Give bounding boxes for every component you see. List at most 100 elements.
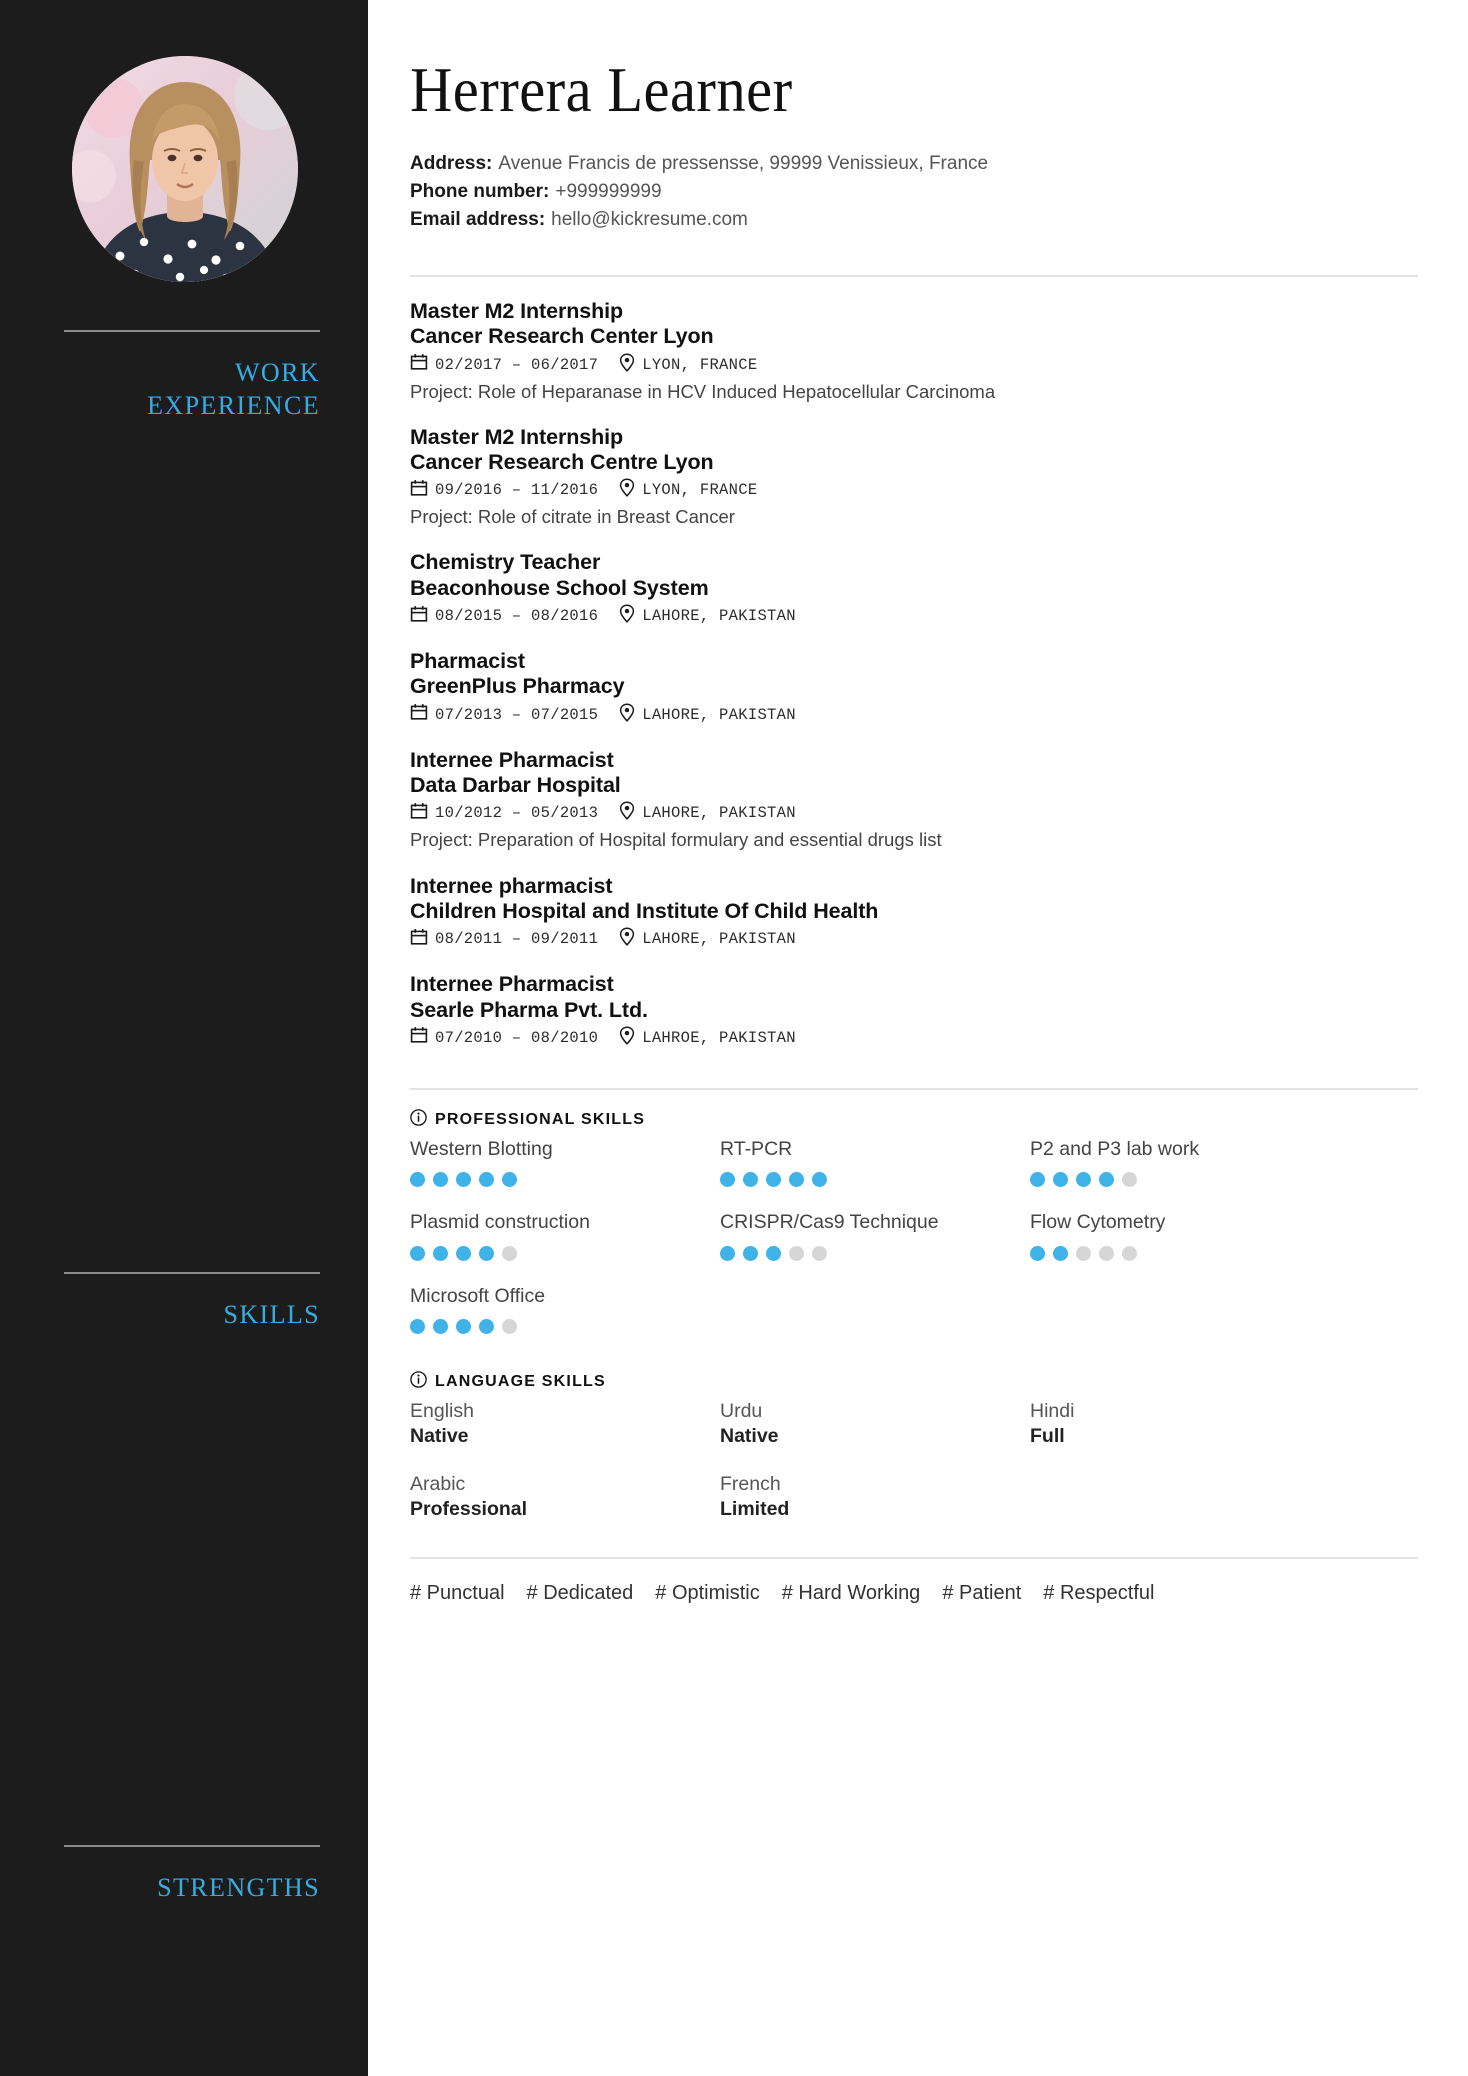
experience-organisation: Beaconhouse School System xyxy=(410,575,709,600)
location-pin-icon xyxy=(619,703,635,727)
strength-tag: # Punctual xyxy=(410,1582,505,1605)
language-item: Hindi Full xyxy=(1030,1399,1340,1450)
skill-item: P2 and P3 lab work xyxy=(1030,1137,1340,1188)
experience-dates: 02/2017 – 06/2017 xyxy=(435,355,599,374)
skill-level-dots xyxy=(410,1319,720,1335)
experience-item: Master M2 Internship Cancer Research Cent… xyxy=(410,425,1418,530)
experience-organisation: Cancer Research Center Lyon xyxy=(410,324,714,349)
language-level: Limited xyxy=(720,1498,790,1521)
skill-dot-filled xyxy=(766,1245,781,1261)
experience-location: LAHORE, PAKISTAN xyxy=(642,930,796,949)
experience-item: Internee Pharmacist Data Darbar Hospital 1… xyxy=(410,748,1418,853)
skill-level-dots xyxy=(1030,1172,1340,1188)
skill-dot-filled xyxy=(1076,1172,1091,1188)
address-value: Avenue Francis de pressensse, 99999 Veni… xyxy=(498,153,989,175)
email-value[interactable]: hello@kickresume.com xyxy=(551,209,748,230)
page-title: Herrera Learner xyxy=(410,55,793,125)
resume-page: WORK EXPERIENCE SKILLS STRENGTHS Herrera… xyxy=(0,0,1468,2076)
skill-dot-filled xyxy=(410,1319,425,1335)
contact-row-phone: Phone number: +999999999 xyxy=(410,178,1418,206)
calendar-icon xyxy=(410,703,428,726)
experience-title: Internee Pharmacist xyxy=(410,747,614,772)
skill-dot-empty xyxy=(1122,1172,1137,1188)
experience-description: Project: Role of Heparanase in HCV Induc… xyxy=(410,380,996,402)
calendar-icon xyxy=(410,479,428,502)
strength-tag: # Hard Working xyxy=(781,1582,921,1605)
experience-item: Chemistry Teacher Beaconhouse School Syst… xyxy=(410,550,1418,628)
language-item: English Native xyxy=(410,1399,720,1450)
skill-dot-filled xyxy=(766,1172,781,1188)
skill-level-dots xyxy=(720,1245,1030,1261)
location-pin-icon xyxy=(619,927,635,951)
info-circle-icon xyxy=(410,1371,427,1393)
sidebar-label-strengths: STRENGTHS xyxy=(157,1873,320,1902)
skill-item: RT-PCR xyxy=(720,1137,1030,1188)
language-level: Native xyxy=(410,1425,469,1448)
skill-dot-filled xyxy=(743,1245,758,1261)
location-pin-icon xyxy=(619,352,635,377)
experience-description: Project: Preparation of Hospital formula… xyxy=(410,829,942,851)
address-label: Address: xyxy=(410,153,493,175)
location-pin-icon xyxy=(619,1026,635,1050)
skill-dot-filled xyxy=(410,1172,425,1188)
skill-name: Plasmid construction xyxy=(410,1211,590,1234)
skill-dot-filled xyxy=(479,1245,494,1261)
experience-meta: 07/2010 – 08/2010 LAHROE, PAKISTAN xyxy=(410,1026,1418,1050)
skill-item: Flow Cytometry xyxy=(1030,1210,1340,1261)
header: Herrera Learner Address: Avenue Francis d… xyxy=(410,0,1418,234)
experience-meta: 08/2015 – 08/2016 LAHORE, PAKISTAN xyxy=(410,604,1418,628)
skill-dot-filled xyxy=(433,1245,448,1261)
skill-item: CRISPR/Cas9 Technique xyxy=(720,1210,1030,1261)
language-name: Hindi xyxy=(1030,1400,1075,1423)
contact-row-address: Address: Avenue Francis de pressensse, 99… xyxy=(410,150,1418,178)
skill-dot-filled xyxy=(1030,1245,1045,1261)
strengths-section: # Punctual # Dedicated # Optimistic # Hard … xyxy=(410,1559,1230,1608)
avatar xyxy=(72,56,298,282)
strength-tag: # Patient xyxy=(942,1582,1022,1605)
sidebar-section-work-experience: WORK EXPERIENCE xyxy=(64,330,320,423)
professional-skills-heading: PROFESSIONAL SKILLS xyxy=(410,1109,1418,1131)
language-level: Full xyxy=(1030,1425,1065,1448)
experience-meta: 02/2017 – 06/2017 LYON, FRANCE xyxy=(410,352,1418,377)
experience-organisation: Searle Pharma Pvt. Ltd. xyxy=(410,997,648,1022)
language-level: Professional xyxy=(410,1498,528,1521)
skill-level-dots xyxy=(410,1172,720,1188)
experience-dates: 10/2012 – 05/2013 xyxy=(435,804,599,823)
strength-tag: # Dedicated xyxy=(526,1582,634,1605)
skill-dot-filled xyxy=(433,1172,448,1188)
skill-dot-filled xyxy=(1099,1172,1114,1188)
calendar-icon xyxy=(410,802,428,825)
language-name: Arabic xyxy=(410,1472,466,1495)
language-skills-heading-text: LANGUAGE SKILLS xyxy=(435,1373,606,1391)
language-item: Urdu Native xyxy=(720,1399,1030,1450)
language-item: Arabic Professional xyxy=(410,1472,720,1523)
sidebar-label-work-line1: WORK xyxy=(234,358,320,387)
experience-meta: 08/2011 – 09/2011 LAHORE, PAKISTAN xyxy=(410,927,1418,951)
professional-skills-grid: Western Blotting RT-PCR P2 and P3 lab work… xyxy=(410,1137,1418,1335)
skill-dot-filled xyxy=(1053,1172,1068,1188)
skill-dot-filled xyxy=(456,1172,471,1188)
skill-dot-filled xyxy=(456,1319,471,1335)
skill-dot-empty xyxy=(1099,1245,1114,1261)
experience-item: Internee pharmacist Children Hospital and… xyxy=(410,874,1418,952)
experience-meta: 07/2013 – 07/2015 LAHORE, PAKISTAN xyxy=(410,703,1418,727)
skill-dot-filled xyxy=(720,1245,735,1261)
skills-section: PROFESSIONAL SKILLS Western Blotting RT-P… xyxy=(410,1109,1418,1523)
avatar-photo xyxy=(72,56,298,282)
language-name: Urdu xyxy=(720,1400,763,1423)
skill-dot-empty xyxy=(1122,1245,1137,1261)
experience-organisation: Data Darbar Hospital xyxy=(410,773,621,798)
skill-dot-filled xyxy=(812,1172,827,1188)
experience-title: Internee pharmacist xyxy=(410,873,613,898)
phone-label: Phone number: xyxy=(410,180,550,202)
experience-meta: 09/2016 – 11/2016 LYON, FRANCE xyxy=(410,478,1418,502)
sidebar-section-strengths: STRENGTHS xyxy=(64,1845,320,1904)
experience-dates: 07/2013 – 07/2015 xyxy=(435,705,599,724)
calendar-icon xyxy=(410,353,428,376)
language-skills-grid: English Native Urdu Native Hindi Full Arabic Pr… xyxy=(410,1399,1418,1522)
sidebar-label-work-line2: EXPERIENCE xyxy=(147,391,320,421)
skill-dot-filled xyxy=(479,1319,494,1335)
sidebar-rule-strengths xyxy=(64,1845,320,1847)
sidebar-label-skills: SKILLS xyxy=(223,1300,320,1329)
skill-name: Microsoft Office xyxy=(410,1284,546,1307)
